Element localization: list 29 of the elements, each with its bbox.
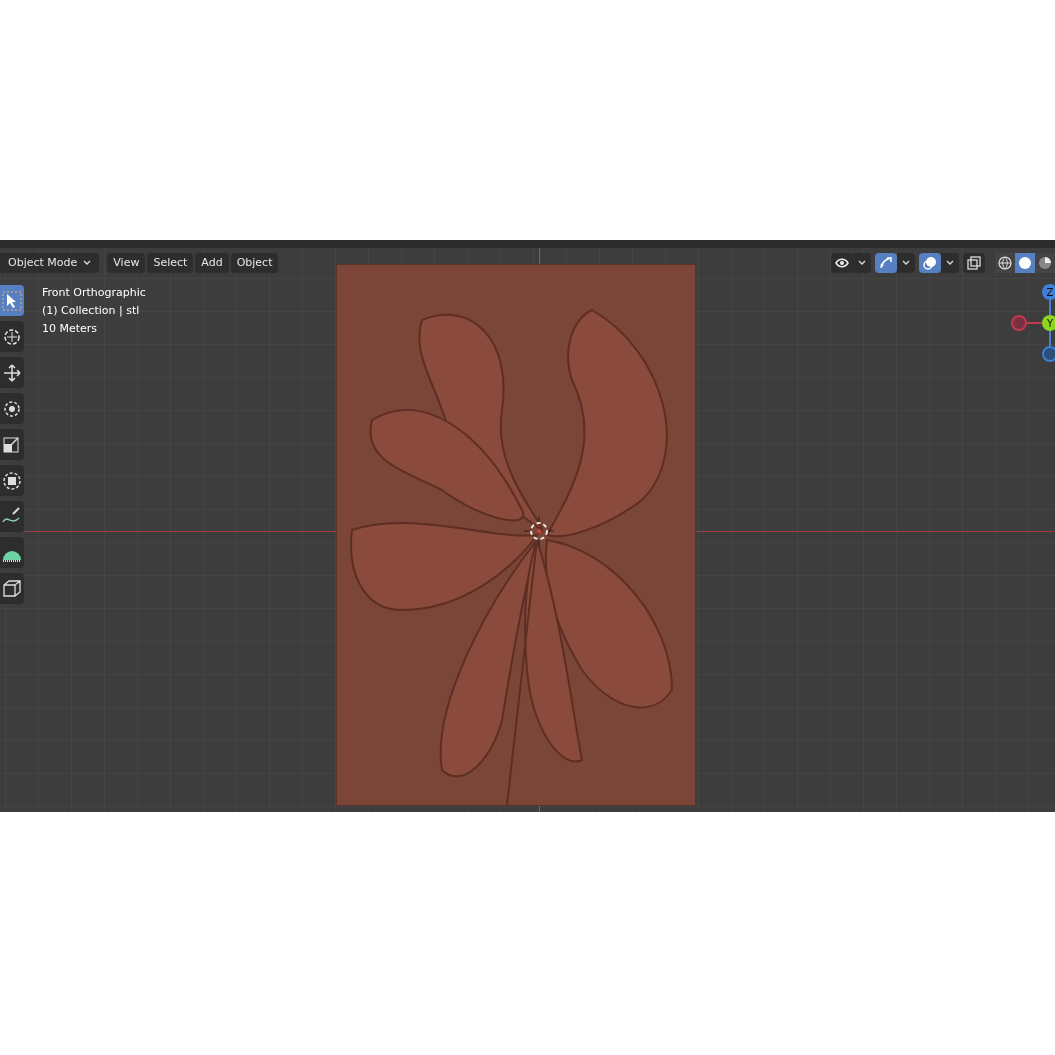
chevron-icon[interactable]	[853, 253, 871, 273]
viewport-info-text: Front Orthographic	[42, 285, 146, 301]
rotate-icon[interactable]	[0, 393, 24, 424]
viewport-info-text: 10 Meters	[42, 321, 99, 337]
chevron-icon	[83, 260, 92, 266]
overlays-icon[interactable]	[919, 253, 941, 273]
select-box-icon[interactable]	[0, 285, 24, 316]
cursor-icon[interactable]	[0, 321, 24, 352]
menu-item[interactable]: View	[107, 253, 146, 273]
move-icon[interactable]	[0, 357, 24, 388]
chevron-icon[interactable]	[941, 253, 959, 273]
menu-item[interactable]: Object	[230, 253, 279, 273]
chevron-icon[interactable]	[897, 253, 915, 273]
solid-shading-icon[interactable]	[1015, 253, 1035, 273]
mode-dropdown[interactable]: Object Mode	[0, 253, 100, 273]
material-shading-icon[interactable]	[1035, 253, 1055, 273]
eye-icon[interactable]	[831, 253, 853, 273]
annotate-icon[interactable]	[0, 501, 24, 532]
xray-icon[interactable]	[963, 253, 985, 273]
viewport-info-text: (1) Collection | stl	[42, 303, 141, 319]
transform-icon[interactable]	[0, 465, 24, 496]
wireframe-shading-icon[interactable]	[995, 253, 1015, 273]
gizmo-toggle-icon[interactable]	[875, 253, 897, 273]
scale-icon[interactable]	[0, 429, 24, 460]
3d-cursor-icon[interactable]	[524, 516, 554, 546]
cube-icon[interactable]	[0, 573, 24, 604]
menu-item[interactable]: Select	[147, 253, 194, 273]
measure-icon[interactable]	[0, 537, 24, 568]
menu-item[interactable]: Add	[195, 253, 229, 273]
